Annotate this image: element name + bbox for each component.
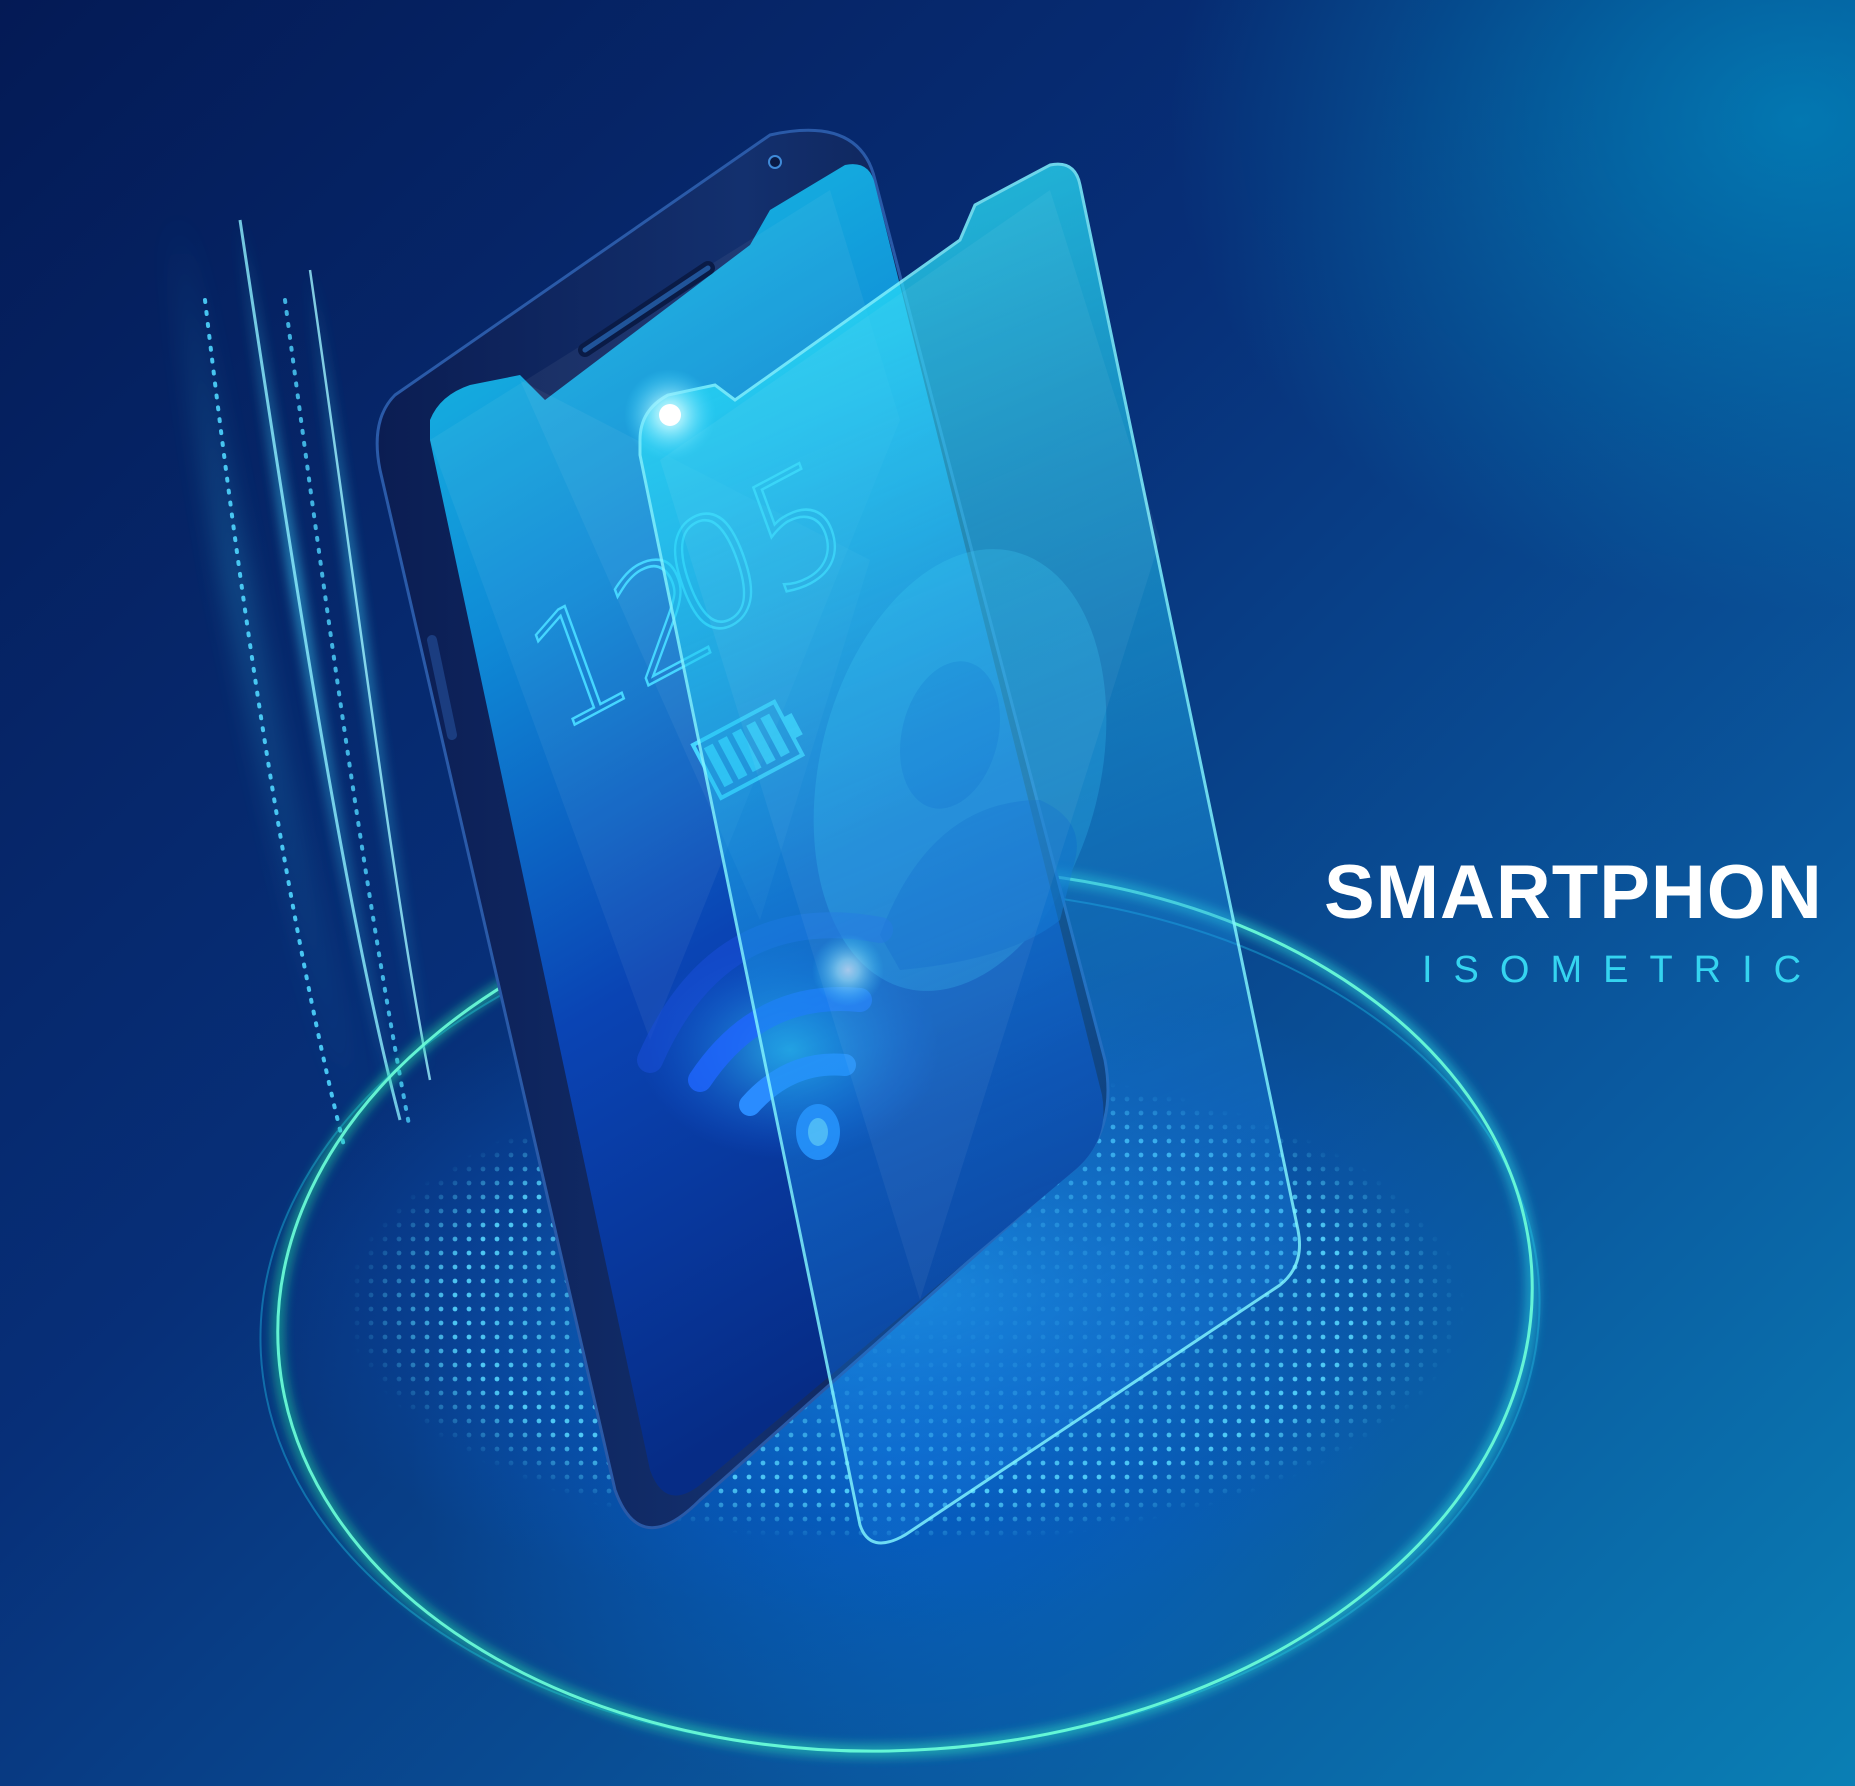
- light-streaks: [166, 208, 435, 1152]
- illustration-stage: 12 05: [0, 0, 1855, 1786]
- title: SMARTPHON: [1324, 855, 1823, 935]
- title-block: SMARTPHON ISOMETRIC: [1320, 855, 1855, 1015]
- subtitle: ISOMETRIC: [1422, 949, 1823, 991]
